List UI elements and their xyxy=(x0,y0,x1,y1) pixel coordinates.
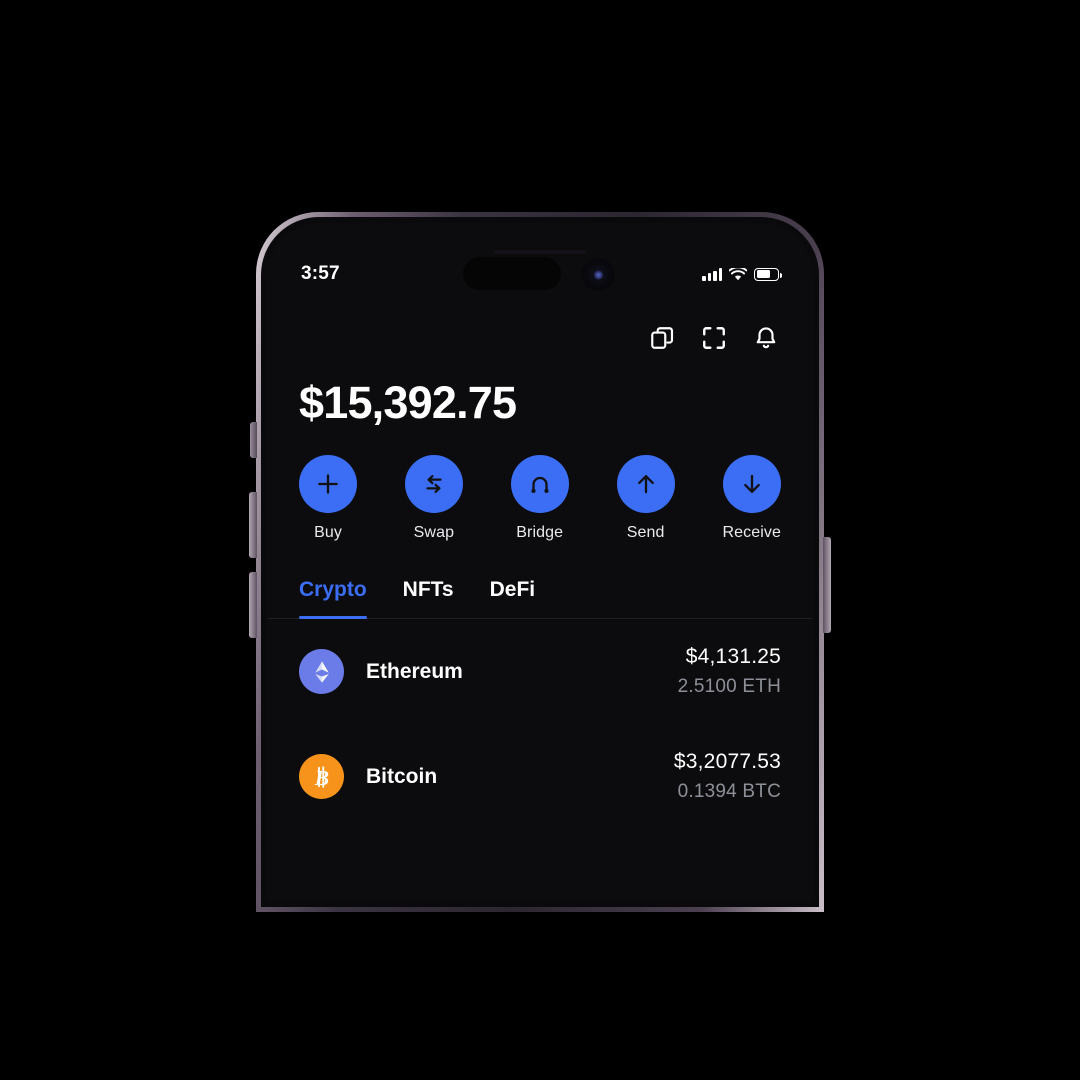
token-name: Bitcoin xyxy=(366,764,438,788)
ethereum-icon xyxy=(299,649,344,694)
plus-icon xyxy=(318,474,338,494)
action-receive[interactable]: Receive xyxy=(722,455,781,542)
action-send-label: Send xyxy=(626,524,665,541)
header-action-bar xyxy=(267,301,813,351)
action-send[interactable]: Send xyxy=(616,455,675,542)
bridge-icon xyxy=(531,476,549,493)
wifi-icon xyxy=(729,267,747,280)
action-buy-circle xyxy=(299,455,357,513)
screenshot-canvas: 3:57 $15,392.75 Buy Swap Bridge Send Rec… xyxy=(0,0,1080,1080)
token-list: Ethereum $4,131.25 2.5100 ETH B Bitcoin … xyxy=(267,619,813,829)
quick-actions-row: Buy Swap Bridge Send Receive xyxy=(267,429,813,542)
svg-text:B: B xyxy=(313,765,328,789)
action-swap-label: Swap xyxy=(413,524,455,541)
wallet-app-content: $15,392.75 Buy Swap Bridge Send Receive … xyxy=(267,301,813,901)
arrow-up-icon xyxy=(637,475,654,494)
scan-icon[interactable] xyxy=(701,325,727,351)
cellular-signal-icon xyxy=(702,267,722,281)
token-identity: Ethereum xyxy=(299,649,463,694)
volume-up-button[interactable] xyxy=(249,492,257,558)
token-crypto-amount: 0.1394 BTC xyxy=(677,781,781,802)
tab-defi[interactable]: DeFi xyxy=(490,578,536,618)
token-crypto-amount: 2.5100 ETH xyxy=(677,676,781,697)
action-receive-label: Receive xyxy=(722,524,781,541)
action-bridge[interactable]: Bridge xyxy=(510,455,569,542)
action-send-circle xyxy=(616,455,675,513)
token-name: Ethereum xyxy=(366,659,463,683)
token-row-ethereum[interactable]: Ethereum $4,131.25 2.5100 ETH xyxy=(299,619,781,724)
token-row-bitcoin[interactable]: B Bitcoin $3,2077.53 0.1394 BTC xyxy=(299,724,781,829)
bitcoin-icon: B xyxy=(299,754,344,799)
action-swap-circle xyxy=(404,455,463,513)
action-bridge-label: Bridge xyxy=(516,524,564,541)
action-bridge-circle xyxy=(510,455,569,513)
swap-arrows-icon xyxy=(426,475,442,493)
wallet-balance: $15,392.75 xyxy=(299,377,517,428)
action-buy[interactable]: Buy xyxy=(299,455,357,542)
asset-tabs: Crypto NFTs DeFi xyxy=(267,542,813,619)
earpiece-speaker xyxy=(494,250,586,254)
status-bar-icons xyxy=(702,267,782,281)
arrow-down-icon xyxy=(743,474,760,493)
phone-bezel: 3:57 $15,392.75 Buy Swap Bridge Send Rec… xyxy=(261,217,819,907)
status-bar-time: 3:57 xyxy=(301,263,340,284)
volume-down-button[interactable] xyxy=(249,572,257,638)
phone-device-frame: 3:57 $15,392.75 Buy Swap Bridge Send Rec… xyxy=(256,212,824,912)
phone-screen: 3:57 $15,392.75 Buy Swap Bridge Send Rec… xyxy=(267,223,813,901)
token-balances: $4,131.25 2.5100 ETH xyxy=(678,645,781,698)
token-fiat-value: $4,131.25 xyxy=(685,645,781,668)
copy-icon[interactable] xyxy=(649,325,675,351)
action-swap[interactable]: Swap xyxy=(404,455,463,542)
tab-nfts[interactable]: NFTs xyxy=(403,578,454,618)
action-receive-circle xyxy=(722,455,781,513)
token-identity: B Bitcoin xyxy=(299,754,437,799)
status-bar: 3:57 xyxy=(267,259,813,289)
bell-icon[interactable] xyxy=(753,325,779,351)
token-balances: $3,2077.53 0.1394 BTC xyxy=(674,750,781,803)
power-button[interactable] xyxy=(823,537,831,633)
action-buy-label: Buy xyxy=(314,524,342,541)
battery-icon xyxy=(754,267,782,281)
token-fiat-value: $3,2077.53 xyxy=(673,750,781,773)
silent-switch[interactable] xyxy=(250,422,257,458)
tab-crypto[interactable]: Crypto xyxy=(299,578,367,619)
